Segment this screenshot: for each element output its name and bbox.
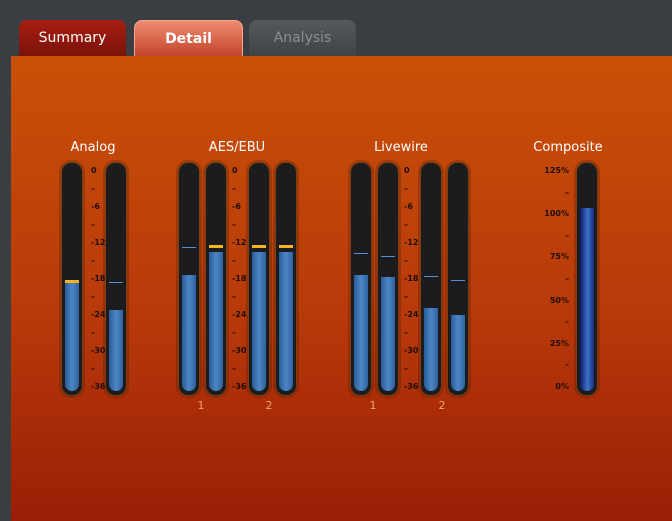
livewire-scale-tick: -24	[404, 310, 419, 319]
composite-scale-tick: –	[565, 187, 569, 197]
livewire-channel-1: 1	[369, 399, 377, 412]
aes-ebu-channel-1: 1	[197, 399, 205, 412]
aes-ebu-meter-4-peak	[279, 245, 293, 248]
composite-scale-tick: 50%	[549, 295, 569, 305]
livewire-scale-tick: -30	[404, 346, 419, 355]
livewire-label: Livewire	[374, 140, 428, 155]
aes-ebu-meter-1-fill	[182, 275, 196, 391]
aes-ebu-channel-2: 2	[265, 399, 273, 412]
composite-meter-fill	[580, 208, 594, 391]
livewire-meter-2-peak	[381, 256, 395, 257]
aes-ebu-scale-tick: -12	[232, 238, 247, 247]
aes-ebu-meter-1-peak	[182, 247, 196, 248]
aes-ebu-scale-tick: -18	[232, 274, 247, 283]
livewire-scale-tick: -6	[404, 202, 413, 211]
livewire-scale-tick: -36	[404, 382, 419, 391]
aes-ebu-label: AES/EBU	[208, 140, 266, 155]
composite-scale-tick: 125%	[544, 166, 569, 175]
aes-ebu-scale-tick: –	[232, 256, 236, 265]
aes-ebu-meter-1	[178, 162, 200, 396]
livewire-scale-tick: –	[404, 256, 408, 265]
aes-ebu-scale-tick: -6	[232, 202, 241, 211]
livewire-scale-tick: –	[404, 364, 408, 373]
aes-ebu-scale-tick: -30	[232, 346, 247, 355]
detail-panel: Analog AES/EBU Livewire Composite 1 2 1 …	[11, 56, 672, 521]
aes-ebu-meter-4-fill	[279, 252, 293, 391]
livewire-scale-tick: 0	[404, 166, 410, 175]
composite-label: Composite	[533, 140, 603, 155]
livewire-meter-2	[377, 162, 399, 396]
aes-ebu-scale-tick: -24	[232, 310, 247, 319]
livewire-meter-2-fill	[381, 277, 395, 391]
composite-scale-tick: –	[565, 274, 569, 283]
aes-ebu-scale-tick: –	[232, 364, 236, 373]
tab-summary[interactable]: Summary	[19, 20, 126, 56]
livewire-meter-4-fill	[451, 315, 465, 391]
composite-scale-tick: 75%	[549, 252, 569, 262]
aes-ebu-meter-2	[205, 162, 227, 396]
livewire-channel-2: 2	[438, 399, 446, 412]
aes-ebu-scale-tick: –	[232, 292, 236, 301]
livewire-scale-tick: -12	[404, 238, 419, 247]
analog-meter-right-fill	[109, 310, 123, 391]
aes-ebu-scale-tick: –	[232, 184, 236, 193]
aes-ebu-meter-2-fill	[209, 252, 223, 391]
livewire-meter-1-peak	[354, 253, 368, 254]
livewire-scale-tick: –	[404, 292, 408, 301]
aes-ebu-scale-tick: 0	[232, 166, 238, 175]
aes-ebu-scale-tick: -36	[232, 382, 247, 391]
livewire-scale-tick: –	[404, 184, 408, 193]
livewire-meter-1-fill	[354, 275, 368, 391]
tab-analysis[interactable]: Analysis	[249, 20, 356, 56]
analog-meter-right-peak	[109, 282, 123, 283]
composite-scale-tick: –	[565, 317, 569, 327]
aes-ebu-meter-2-peak	[209, 245, 223, 248]
composite-meter	[576, 162, 598, 396]
livewire-scale-tick: –	[404, 328, 408, 337]
aes-ebu-meter-4	[275, 162, 297, 396]
livewire-scale-tick: –	[404, 220, 408, 229]
livewire-meter-4-peak	[451, 280, 465, 281]
composite-scale-tick: –	[565, 360, 569, 370]
aes-ebu-scale-tick: –	[232, 220, 236, 229]
livewire-scale-tick: -18	[404, 274, 419, 283]
analog-meter-left-peak	[65, 280, 79, 283]
tab-bar: Summary Detail Analysis	[0, 0, 672, 57]
analog-meter-right	[105, 162, 127, 396]
analog-meter-left	[61, 162, 83, 396]
livewire-meter-1	[350, 162, 372, 396]
analog-meter-left-fill	[65, 283, 79, 391]
livewire-meter-4	[447, 162, 469, 396]
composite-scale-tick: 0%	[555, 382, 569, 391]
tab-detail[interactable]: Detail	[134, 20, 243, 57]
composite-scale-tick: 25%	[549, 338, 569, 348]
composite-scale-tick: 100%	[544, 209, 569, 219]
aes-ebu-scale-tick: –	[232, 328, 236, 337]
composite-scale-tick: –	[565, 230, 569, 240]
analog-label: Analog	[70, 140, 116, 155]
